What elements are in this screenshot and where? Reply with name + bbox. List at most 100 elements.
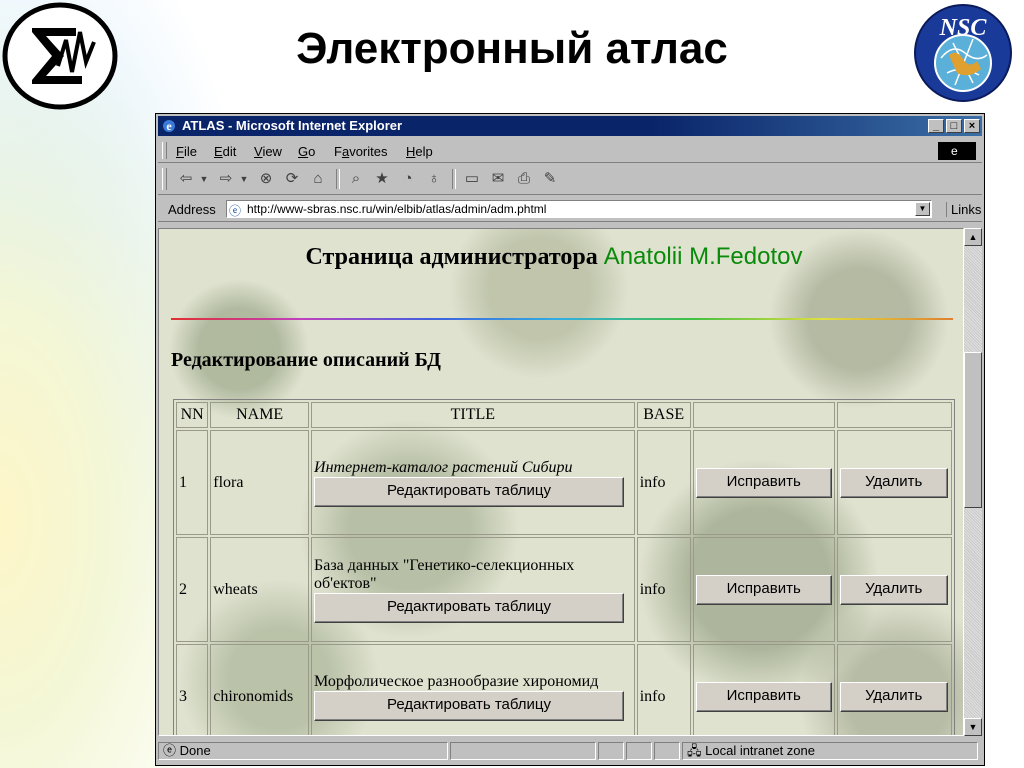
status-text: Done	[179, 743, 211, 758]
delete-button[interactable]: Удалить	[839, 467, 948, 498]
stop-icon[interactable]: ⊗	[256, 170, 276, 188]
close-button[interactable]: ×	[964, 119, 980, 133]
address-dropdown-icon[interactable]: ▼	[915, 202, 930, 216]
status-pane	[626, 742, 652, 760]
ie-icon: e	[163, 119, 175, 133]
cell-title: База данных "Генетико-селекционных об'ек…	[311, 537, 635, 642]
cell-fix: Исправить	[692, 644, 835, 735]
cell-fix: Исправить	[692, 537, 835, 642]
ie-throbber-icon: e	[938, 142, 976, 160]
header-empty	[836, 402, 952, 428]
delete-button[interactable]: Удалить	[839, 681, 948, 712]
scrollbar-thumb[interactable]	[964, 352, 982, 508]
forward-icon[interactable]: ⇨	[216, 170, 236, 188]
cell-name: wheats	[210, 537, 310, 642]
status-page-icon: ⓔ	[163, 743, 177, 758]
fullscreen-icon[interactable]: ▭	[462, 170, 482, 188]
home-icon[interactable]: ⌂	[308, 170, 328, 188]
menu-view[interactable]: View	[254, 144, 282, 159]
back-icon[interactable]: ⇦	[176, 170, 196, 188]
rainbow-divider	[171, 318, 953, 320]
cell-nn: 3	[176, 644, 209, 735]
cell-base: info	[636, 537, 691, 642]
toolbar-grip[interactable]	[162, 168, 167, 190]
cell-delete: Удалить	[836, 537, 952, 642]
toolbar-separator	[336, 169, 340, 189]
status-pane	[598, 742, 624, 760]
print-icon[interactable]: ⎙	[514, 170, 534, 188]
menu-edit[interactable]: Edit	[214, 144, 236, 159]
edit-table-button[interactable]: Редактировать таблицу	[314, 476, 625, 507]
window-title: ATLAS - Microsoft Internet Explorer	[182, 118, 403, 133]
status-pane	[450, 742, 596, 760]
edit-table-button[interactable]: Редактировать таблицу	[314, 592, 625, 623]
fix-button[interactable]: Исправить	[695, 467, 832, 498]
vertical-scrollbar[interactable]: ▲ ▼	[964, 228, 982, 736]
page-content: Страница администратора Anatolii M.Fedot…	[158, 228, 964, 736]
menu-go[interactable]: Go	[298, 144, 315, 159]
nsc-logo-text: NSC	[939, 15, 988, 41]
back-dropdown-icon[interactable]: ▼	[194, 170, 214, 188]
edit-icon[interactable]: ✎	[540, 170, 560, 188]
zone-text: Local intranet zone	[705, 743, 815, 758]
cell-delete: Удалить	[836, 644, 952, 735]
header-empty	[692, 402, 835, 428]
table-header-row: NN NAME TITLE BASE	[176, 402, 952, 428]
cell-delete: Удалить	[836, 430, 952, 535]
admin-heading-prefix: Страница администратора	[305, 244, 598, 270]
fix-button[interactable]: Исправить	[695, 574, 832, 605]
address-input[interactable]: ⓔ http://www-sbras.nsc.ru/win/elbib/atla…	[226, 200, 932, 218]
search-icon[interactable]: ⌕	[346, 170, 366, 188]
menu-favorites[interactable]: Favorites	[334, 144, 387, 159]
window-titlebar[interactable]: e ATLAS - Microsoft Internet Explorer _ …	[158, 116, 982, 136]
cell-nn: 1	[176, 430, 209, 535]
standard-toolbar: ⇦ ▼ ⇨ ▼ ⊗ ⟳ ⌂ ⌕ ★ ◔ ♁ ▭ ✉ ⎙ ✎	[158, 164, 982, 195]
address-bar: Address ⓔ http://www-sbras.nsc.ru/win/el…	[158, 197, 982, 222]
forward-dropdown-icon[interactable]: ▼	[234, 170, 254, 188]
admin-page-heading: Страница администратора Anatolii M.Fedot…	[159, 243, 949, 271]
fix-button[interactable]: Исправить	[695, 681, 832, 712]
channels-icon[interactable]: ♁	[424, 170, 444, 188]
refresh-icon[interactable]: ⟳	[282, 170, 302, 188]
maximize-button[interactable]: □	[946, 119, 962, 133]
header-base: BASE	[636, 402, 691, 428]
table-row: 3 chironomids Морфолическое разнообразие…	[176, 644, 952, 735]
history-icon[interactable]: ◔	[398, 170, 418, 188]
favorites-icon[interactable]: ★	[372, 170, 392, 188]
cell-fix: Исправить	[692, 430, 835, 535]
page-icon: ⓔ	[229, 204, 242, 218]
title-text: Интернет-каталог растений Сибири	[314, 458, 573, 476]
intranet-zone-icon: 🖧	[687, 743, 702, 758]
status-pane	[654, 742, 680, 760]
edit-table-button[interactable]: Редактировать таблицу	[314, 690, 625, 721]
cell-title: Морфолическое разнообразие хирономид Ред…	[311, 644, 635, 735]
slide-title: Электронный атлас	[296, 24, 728, 73]
minimize-button[interactable]: _	[928, 119, 944, 133]
address-label: Address	[168, 202, 216, 217]
admin-name: Anatolii M.Fedotov	[603, 243, 803, 270]
database-table: NN NAME TITLE BASE 1 flora Интернет-ката…	[173, 399, 955, 735]
mail-icon[interactable]: ✉	[488, 170, 508, 188]
address-url[interactable]: http://www-sbras.nsc.ru/win/elbib/atlas/…	[247, 202, 546, 216]
menubar-grip[interactable]	[162, 142, 167, 159]
svg-text:e: e	[166, 119, 172, 133]
cell-name: flora	[210, 430, 310, 535]
links-button[interactable]: Links	[946, 202, 981, 217]
cell-base: info	[636, 644, 691, 735]
scroll-up-icon[interactable]: ▲	[964, 228, 982, 246]
delete-button[interactable]: Удалить	[839, 574, 948, 605]
scroll-down-icon[interactable]: ▼	[964, 718, 982, 736]
table-row: 2 wheats База данных "Генетико-селекцион…	[176, 537, 952, 642]
header-title: TITLE	[311, 402, 635, 428]
toolbar-separator	[452, 169, 456, 189]
section-title: Редактирование описаний БД	[171, 349, 441, 371]
cell-nn: 2	[176, 537, 209, 642]
menu-file[interactable]: File	[176, 144, 197, 159]
status-main: ⓔ Done	[158, 742, 448, 760]
header-nn: NN	[176, 402, 209, 428]
header-name: NAME	[210, 402, 310, 428]
table-row: 1 flora Интернет-каталог растений Сибири…	[176, 430, 952, 535]
nsc-globe-logo-icon: NSC	[914, 4, 1012, 102]
cell-name: chironomids	[210, 644, 310, 735]
menu-help[interactable]: Help	[406, 144, 433, 159]
